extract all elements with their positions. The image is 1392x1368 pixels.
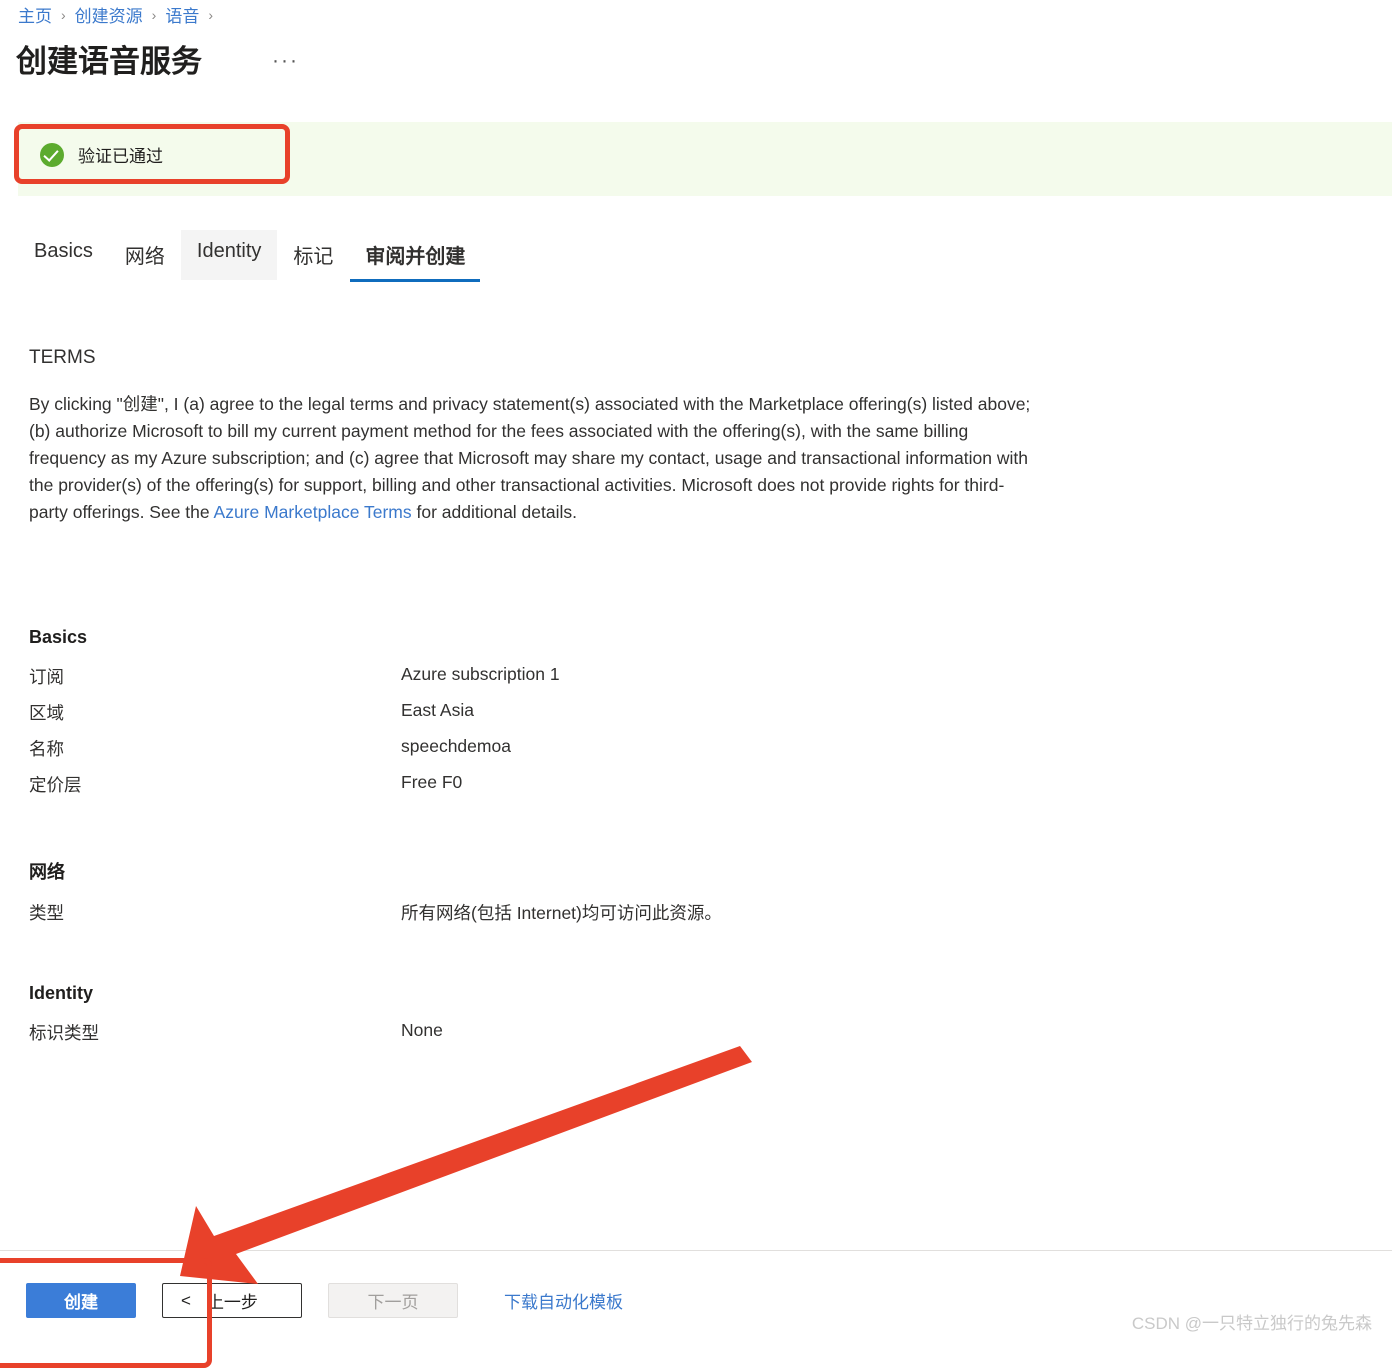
review-key-subscription: 订阅 xyxy=(29,667,64,687)
tab-basics[interactable]: Basics xyxy=(18,230,109,284)
validation-banner: 验证已通过 xyxy=(18,122,1392,196)
validation-banner-content: 验证已通过 xyxy=(40,142,163,167)
review-row: 定价层 Free F0 xyxy=(29,772,929,808)
breadcrumb-item-speech[interactable]: 语音 xyxy=(165,2,199,27)
terms-heading: TERMS xyxy=(29,347,96,368)
create-button-label: 创建 xyxy=(64,1293,98,1312)
terms-paragraph: By clicking "创建", I (a) agree to the leg… xyxy=(29,391,1035,526)
review-value-network-type: 所有网络(包括 Internet)均可访问此资源。 xyxy=(401,903,722,923)
section-title-identity: Identity xyxy=(29,983,94,1003)
wizard-tabs: Basics 网络 Identity 标记 审阅并创建 xyxy=(18,230,481,284)
tab-review-and-create-label: 审阅并创建 xyxy=(365,246,466,268)
azure-marketplace-terms-link[interactable]: Azure Marketplace Terms xyxy=(214,502,412,522)
tab-identity[interactable]: Identity xyxy=(180,230,278,280)
breadcrumb-item-home[interactable]: 主页 xyxy=(18,2,52,27)
breadcrumb-separator-icon: › xyxy=(151,6,157,23)
section-title-network: 网络 xyxy=(29,862,65,882)
tab-network-label: 网络 xyxy=(124,246,165,268)
review-key-name: 名称 xyxy=(29,739,64,759)
previous-button-label: 上一步 xyxy=(206,1293,258,1312)
review-value-name: speechdemoa xyxy=(401,736,511,756)
breadcrumb: 主页 › 创建资源 › 语音 › xyxy=(18,2,213,27)
create-button[interactable]: 创建 xyxy=(26,1283,136,1318)
tab-tags[interactable]: 标记 xyxy=(277,230,349,284)
tab-review-and-create[interactable]: 审阅并创建 xyxy=(349,230,481,284)
review-key-identity-type: 标识类型 xyxy=(29,1023,99,1043)
tab-network[interactable]: 网络 xyxy=(109,230,181,284)
review-section-network: 网络 类型 所有网络(包括 Internet)均可访问此资源。 xyxy=(29,858,929,936)
page-title: 创建语音服务 xyxy=(16,44,202,79)
review-row: 标识类型 None xyxy=(29,1020,929,1056)
success-check-icon xyxy=(40,142,64,167)
review-row: 区域 East Asia xyxy=(29,700,929,736)
next-button: 下一页 xyxy=(328,1283,458,1318)
review-key-region: 区域 xyxy=(29,703,64,723)
review-row: 名称 speechdemoa xyxy=(29,736,929,772)
section-title-basics: Basics xyxy=(29,627,88,647)
breadcrumb-separator-icon: › xyxy=(61,6,66,23)
breadcrumb-item-create-resource[interactable]: 创建资源 xyxy=(75,2,143,27)
review-value-region: East Asia xyxy=(401,700,474,720)
review-row: 订阅 Azure subscription 1 xyxy=(29,664,929,700)
tab-basics-label: Basics xyxy=(34,240,93,262)
review-key-pricing-tier: 定价层 xyxy=(29,775,82,795)
review-key-network-type: 类型 xyxy=(29,903,64,923)
tab-identity-label: Identity xyxy=(196,240,262,262)
download-template-link[interactable]: 下载自动化模板 xyxy=(504,1288,623,1313)
review-value-identity-type: None xyxy=(401,1020,443,1040)
breadcrumb-separator-icon: › xyxy=(208,6,214,23)
review-section-basics: Basics 订阅 Azure subscription 1 区域 East A… xyxy=(29,627,929,808)
footer-actions: 创建 < 上一步 下一页 下载自动化模板 xyxy=(26,1283,623,1318)
tab-tags-label: 标记 xyxy=(293,246,334,268)
previous-button[interactable]: < 上一步 xyxy=(162,1283,302,1318)
next-button-label: 下一页 xyxy=(367,1293,419,1312)
watermark: CSDN @一只特立独行的兔先森 xyxy=(1131,1314,1372,1333)
terms-text-after-link: for additional details. xyxy=(411,502,578,522)
chevron-left-icon: < xyxy=(181,1290,191,1310)
review-row: 类型 所有网络(包括 Internet)均可访问此资源。 xyxy=(29,900,929,936)
more-options-icon[interactable]: ··· xyxy=(272,50,299,71)
review-value-subscription: Azure subscription 1 xyxy=(401,664,560,684)
validation-message: 验证已通过 xyxy=(78,147,163,166)
review-section-identity: Identity 标识类型 None xyxy=(29,983,929,1056)
review-value-pricing-tier: Free F0 xyxy=(401,772,463,792)
